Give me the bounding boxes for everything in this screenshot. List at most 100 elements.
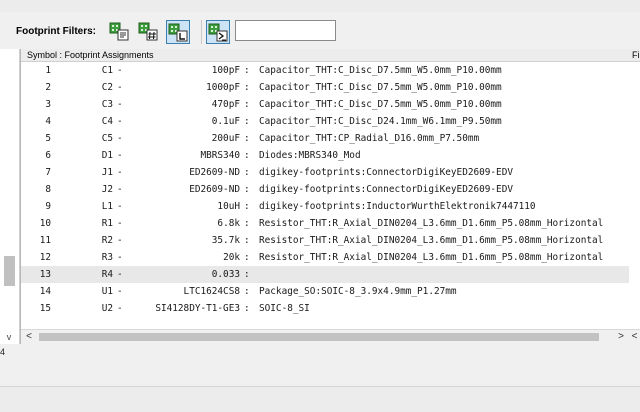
row-number: 7	[45, 167, 51, 178]
assignment-row[interactable]: 10 R1 6.8k Resistor_THT:R_Axial_DIN0204_L3.…	[21, 215, 629, 232]
footprint-list-pane[interactable]: Fi <	[629, 49, 640, 344]
row-reference: C5	[101, 133, 113, 144]
assignment-row[interactable]: 9 L1 10uH digikey-footprints:InductorWurthE…	[21, 198, 629, 215]
assignment-list[interactable]: 1 C1 100pF Capacitor_THT:C_Disc_D7.5mm_W5.0…	[21, 62, 629, 330]
assignment-row[interactable]: 5 C5 200uF Capacitor_THT:CP_Radial_D16.0mm_…	[21, 130, 629, 147]
assignment-row[interactable]: 15 U2 SI4128DY-T1-GE3 SOIC-8_SI -:	[21, 300, 629, 317]
row-separator-dash: -	[117, 252, 123, 263]
assignment-row[interactable]: 13 R4 0.033 -:	[21, 266, 629, 283]
assignment-row[interactable]: 4 C4 0.1uF Capacitor_THT:C_Disc_D24.1mm_W6.…	[21, 113, 629, 130]
panel-header: Symbol : Footprint Assignments	[21, 49, 629, 62]
row-footprint: Diodes:MBRS340_Mod	[259, 150, 361, 161]
row-reference: R4	[101, 269, 113, 280]
row-reference: L1	[101, 201, 113, 212]
row-reference: R2	[101, 235, 113, 246]
row-number: 14	[39, 286, 51, 297]
row-number: 1	[45, 65, 51, 76]
row-number: 10	[39, 218, 51, 229]
assignment-row[interactable]: 11 R2 35.7k Resistor_THT:R_Axial_DIN0204_L3…	[21, 232, 629, 249]
row-reference: U2	[101, 303, 113, 314]
horizontal-scroll-thumb[interactable]	[39, 333, 599, 341]
row-separator-dash: -	[117, 269, 123, 280]
row-reference: J2	[101, 184, 113, 195]
assignment-row[interactable]: 1 C1 100pF Capacitor_THT:C_Disc_D7.5mm_W5.0…	[21, 62, 629, 79]
row-separator-dash: -	[117, 133, 123, 144]
row-number: 15	[39, 303, 51, 314]
filter-by-keywords-button[interactable]	[108, 20, 132, 44]
scroll-right-icon[interactable]: >	[615, 330, 627, 344]
footprint-filters-label: Footprint Filters:	[16, 26, 96, 37]
filter-by-text-button[interactable]	[206, 20, 230, 44]
assignment-row[interactable]: 12 R3 20k Resistor_THT:R_Axial_DIN0204_L3.6…	[21, 249, 629, 266]
row-value: 0.1uF	[211, 116, 240, 127]
symbol-footprint-assignments-panel: Symbol : Footprint Assignments 1 C1 100pF C…	[20, 49, 630, 344]
assignment-row[interactable]: 3 C3 470pF Capacitor_THT:C_Disc_D7.5mm_W5.0…	[21, 96, 629, 113]
row-number: 11	[39, 235, 51, 246]
row-footprint: SOIC-8_SI	[259, 303, 310, 314]
row-separator-colon: :	[244, 99, 250, 110]
row-footprint: Capacitor_THT:CP_Radial_D16.0mm_P7.50mm	[259, 133, 480, 144]
row-value: 470pF	[211, 99, 240, 110]
assignment-row[interactable]: 2 C2 1000pF Capacitor_THT:C_Disc_D7.5mm_W5.…	[21, 79, 629, 96]
row-separator-colon: :	[244, 116, 250, 127]
row-value: 0.033	[211, 269, 240, 280]
row-separator-colon: :	[244, 235, 250, 246]
row-separator-dash: -	[117, 150, 123, 161]
row-value: MBRS340	[200, 150, 240, 161]
row-footprint: digikey-footprints:ConnectorDigiKeyED260…	[259, 167, 513, 178]
row-reference: U1	[101, 286, 113, 297]
assignment-row[interactable]: 6 D1 MBRS340 Diodes:MBRS340_Mod -:	[21, 147, 629, 164]
row-number: 5	[45, 133, 51, 144]
library-list-scroll-down-icon[interactable]: v	[4, 332, 14, 342]
footprint-filter-input[interactable]	[235, 20, 336, 41]
row-number: 9	[45, 201, 51, 212]
row-value: ED2609-ND	[189, 167, 240, 178]
row-footprint: Resistor_THT:R_Axial_DIN0204_L3.6mm_D1.6…	[259, 252, 604, 263]
row-value: 6.8k	[217, 218, 240, 229]
assignment-row[interactable]: 14 U1 LTC1624CS8 Package_SO:SOIC-8_3.9x4.9m…	[21, 283, 629, 300]
row-separator-colon: :	[244, 150, 250, 161]
row-reference: D1	[101, 150, 113, 161]
library-list-scroll-thumb[interactable]	[4, 256, 15, 286]
toolbar-separator	[201, 20, 202, 44]
row-footprint: Capacitor_THT:C_Disc_D7.5mm_W5.0mm_P10.0…	[259, 65, 502, 76]
row-number: 13	[39, 269, 51, 280]
footprint-keyword-icon	[109, 22, 129, 41]
horizontal-scrollbar[interactable]: < >	[21, 329, 629, 344]
row-value: 100pF	[211, 65, 240, 76]
row-footprint: Capacitor_THT:C_Disc_D7.5mm_W5.0mm_P10.0…	[259, 82, 502, 93]
row-separator-colon: :	[244, 286, 250, 297]
row-number: 3	[45, 99, 51, 110]
row-footprint: Capacitor_THT:C_Disc_D24.1mm_W6.1mm_P9.5…	[259, 116, 502, 127]
row-separator-colon: :	[244, 167, 250, 178]
row-footprint: Package_SO:SOIC-8_3.9x4.9mm_P1.27mm	[259, 286, 457, 297]
row-separator-colon: :	[244, 201, 250, 212]
row-separator-colon: :	[244, 65, 250, 76]
row-value: 20k	[223, 252, 240, 263]
row-separator-dash: -	[117, 82, 123, 93]
library-list-pane[interactable]: v	[0, 49, 20, 344]
filter-by-library-button[interactable]	[166, 20, 190, 44]
row-number: 12	[39, 252, 51, 263]
row-value: 10uH	[217, 201, 240, 212]
assignment-row[interactable]: 8 J2 ED2609-ND digikey-footprints:Connector…	[21, 181, 629, 198]
row-reference: C3	[101, 99, 113, 110]
footprint-pane-scroll-left-icon[interactable]: <	[629, 329, 640, 344]
row-separator-dash: -	[117, 201, 123, 212]
row-reference: C1	[101, 65, 113, 76]
row-separator-colon: :	[244, 82, 250, 93]
row-number: 6	[45, 150, 51, 161]
row-reference: C2	[101, 82, 113, 93]
filter-by-pin-count-button[interactable]	[137, 20, 161, 44]
footprint-filter-toolbar: Footprint Filters:	[0, 12, 640, 48]
row-separator-colon: :	[244, 303, 250, 314]
assignment-row[interactable]: 7 J1 ED2609-ND digikey-footprints:Connector…	[21, 164, 629, 181]
scroll-left-icon[interactable]: <	[23, 330, 35, 344]
row-reference: J1	[101, 167, 113, 178]
row-separator-dash: -	[117, 218, 123, 229]
row-separator-dash: -	[117, 65, 123, 76]
status-count: 4	[0, 347, 6, 357]
row-separator-colon: :	[244, 133, 250, 144]
row-value: 200uF	[211, 133, 240, 144]
footprint-text-filter-icon	[208, 23, 228, 42]
